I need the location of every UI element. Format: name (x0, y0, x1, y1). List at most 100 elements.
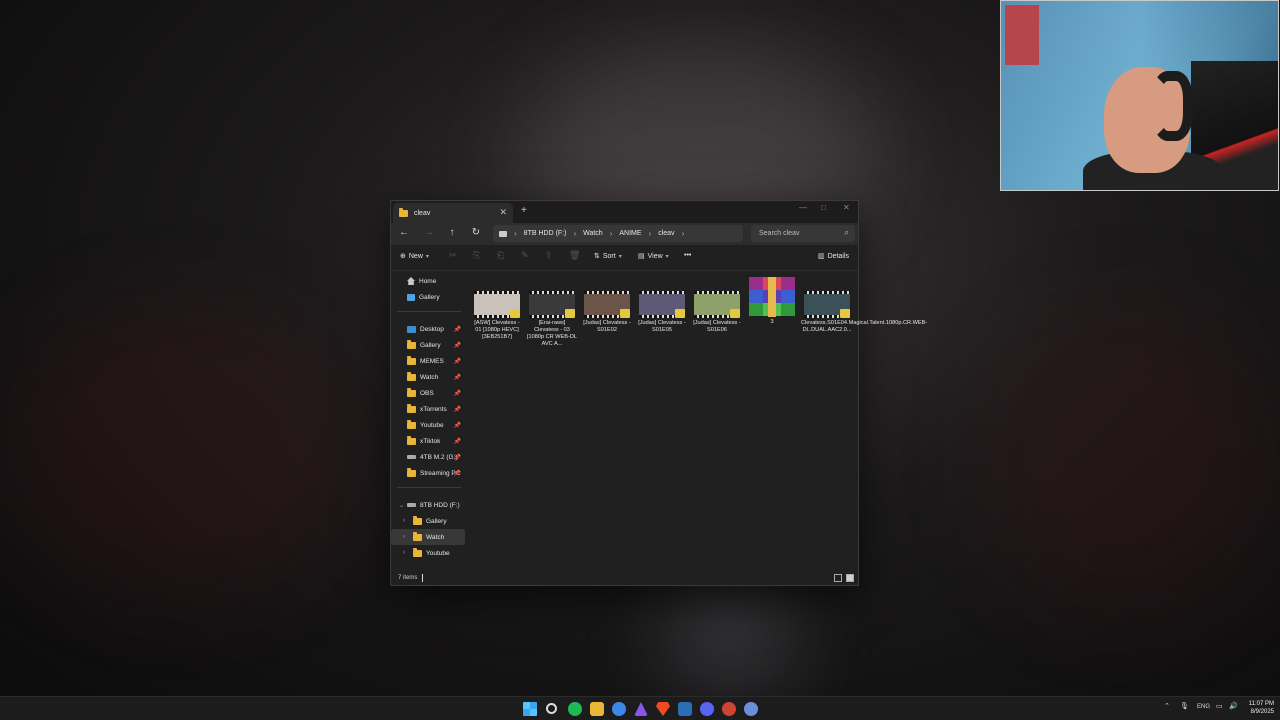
details-button[interactable]: ▥ Details (818, 252, 849, 261)
pin-icon: 📌 (453, 406, 461, 413)
discord-icon[interactable] (700, 702, 714, 716)
clock[interactable]: 11:07 PM 8/9/2025 (1244, 700, 1274, 716)
refresh-button[interactable]: ↻ (469, 227, 483, 238)
media-badge-icon (510, 309, 520, 318)
chevron-right-icon[interactable]: › (403, 518, 405, 524)
pin-icon: 📌 (453, 374, 461, 381)
sidebar-item-obs[interactable]: OBS 📌 (391, 385, 465, 401)
file-item[interactable]: [Judas] Clevatess - S01E02 (581, 291, 633, 334)
rename-button[interactable]: ✎ (521, 250, 529, 261)
forward-button[interactable]: → (422, 227, 436, 238)
taskbar: ⌃ 🎙 ENG ▭ 🔊 11:07 PM 8/9/2025 (0, 696, 1280, 720)
media-badge-icon (565, 309, 575, 318)
file-item[interactable]: [Judas] Clevatess - S01E06 (691, 291, 743, 334)
wallpaper-shade-left (0, 300, 360, 600)
video-thumbnail (584, 291, 630, 318)
sidebar-item-desktop[interactable]: Desktop 📌 (391, 321, 465, 337)
file-item[interactable]: [ASW] Clevatess - 01 [1080p HEVC][3EB251… (471, 291, 523, 341)
desktop-icon (407, 325, 416, 333)
maximize-button[interactable]: □ (821, 203, 826, 212)
sidebar-item-8tb-drive[interactable]: ⌄ 8TB HDD (F:) (391, 497, 465, 513)
more-options-button[interactable]: ••• (684, 252, 691, 259)
clock-date: 8/9/2025 (1250, 709, 1274, 715)
minimize-button[interactable]: — (799, 203, 807, 212)
sidebar-tree-youtube[interactable]: › Youtube (391, 545, 465, 561)
chevron-down-icon[interactable]: ⌄ (399, 502, 404, 509)
sidebar-item-home[interactable]: Home (391, 273, 465, 289)
back-button[interactable]: ← (397, 227, 411, 238)
breadcrumb-watch[interactable]: Watch (583, 230, 603, 237)
chevron-right-icon: › (514, 229, 517, 238)
microphone-icon[interactable]: 🎙 (1180, 702, 1189, 710)
new-button[interactable]: ⊕ New ▾ (400, 252, 429, 261)
copy-button[interactable]: ⎘ (473, 250, 480, 261)
sidebar-item-4tb-drive[interactable]: 4TB M.2 (G:) 📌 (391, 449, 465, 465)
sidebar-item-label: Gallery (426, 517, 447, 525)
sort-button[interactable]: ⇅ Sort ▾ (594, 252, 622, 261)
breadcrumb-drive[interactable]: 8TB HDD (F:) (524, 230, 567, 237)
sidebar-item-xtiktok[interactable]: xTiktok 📌 (391, 433, 465, 449)
sidebar-item-memes[interactable]: MEMES 📌 (391, 353, 465, 369)
volume-icon[interactable]: 🔊 (1229, 702, 1238, 710)
spotify-icon[interactable] (568, 702, 582, 716)
share-button[interactable]: ⇪ (545, 250, 553, 261)
file-explorer-icon[interactable] (590, 702, 604, 716)
navigation-pane: Home Gallery Desktop 📌 Gallery 📌 MEMES 📌… (391, 271, 465, 571)
file-item[interactable]: [Erai-raws] Clevatess - 03 [1080p CR WEB… (526, 291, 578, 348)
sidebar-item-label: OBS (420, 389, 434, 397)
chevron-down-icon: ▾ (425, 253, 429, 260)
up-button[interactable]: ↑ (445, 227, 459, 238)
sidebar-item-youtube[interactable]: Youtube 📌 (391, 417, 465, 433)
language-indicator[interactable]: ENG (1197, 704, 1210, 710)
file-item[interactable]: [Judas] Clevatess - S01E05 (636, 291, 688, 334)
media-badge-icon (620, 309, 630, 318)
steam-icon[interactable] (678, 702, 692, 716)
new-tab-button[interactable]: + (521, 205, 527, 216)
breadcrumb-anime[interactable]: ANIME (619, 230, 641, 237)
file-item[interactable]: 3 (746, 277, 798, 326)
paste-button[interactable]: ⎗ (497, 250, 504, 261)
media-badge-icon (840, 309, 850, 318)
todo-icon[interactable] (612, 702, 626, 716)
search-input[interactable]: Search cleav ⌕ (751, 225, 855, 242)
chevron-right-icon[interactable]: › (403, 550, 405, 556)
sidebar-item-watch[interactable]: Watch 📌 (391, 369, 465, 385)
sidebar-item-gallery[interactable]: Gallery (391, 289, 465, 305)
tiles-view-button[interactable] (846, 574, 854, 582)
view-button[interactable]: ▤ View ▾ (638, 252, 669, 261)
sidebar-tree-gallery[interactable]: › Gallery (391, 513, 465, 529)
app-icon[interactable] (722, 702, 736, 716)
sidebar-item-label: xTiktok (420, 437, 441, 445)
address-bar[interactable]: › 8TB HDD (F:) › Watch › ANIME › cleav › (493, 225, 743, 242)
sidebar-item-xtorrents[interactable]: xTorrents 📌 (391, 401, 465, 417)
close-button[interactable]: ✕ (843, 203, 850, 212)
cut-button[interactable]: ✂ (449, 250, 457, 261)
details-icon: ▥ (818, 253, 825, 260)
breadcrumb-cleav[interactable]: cleav (658, 230, 674, 237)
file-name: [Erai-raws] Clevatess - 03 [1080p CR WEB… (526, 320, 578, 347)
chevron-up-icon[interactable]: ⌃ (1164, 702, 1170, 710)
sidebar-item-gallery-pinned[interactable]: Gallery 📌 (391, 337, 465, 353)
details-view-button[interactable] (834, 574, 842, 582)
pin-icon: 📌 (453, 390, 461, 397)
file-name: 3 (770, 319, 774, 325)
tab-cleav[interactable]: cleav ✕ (393, 203, 513, 224)
tab-close-icon[interactable]: ✕ (499, 207, 507, 218)
search-icon[interactable] (546, 703, 557, 714)
sidebar-item-streaming-pc[interactable]: Streaming PC 📌 (391, 465, 465, 481)
windows-start-icon[interactable] (523, 702, 537, 716)
sidebar-tree-watch[interactable]: › Watch (391, 529, 465, 545)
brave-browser-icon[interactable] (656, 702, 670, 716)
webcam-overlay (1000, 0, 1279, 191)
folder-icon (407, 387, 416, 397)
network-icon[interactable]: ▭ (1216, 702, 1223, 710)
app-icon[interactable] (634, 702, 648, 716)
folder-icon (407, 371, 416, 381)
chevron-right-icon[interactable]: › (403, 534, 405, 540)
file-item[interactable]: Clevatess.S01E04.Magical.Talent.1080p.CR… (801, 291, 927, 334)
globe-icon[interactable] (744, 702, 758, 716)
delete-button[interactable]: 🗑 (569, 250, 580, 261)
sidebar-item-label: Watch (420, 373, 439, 381)
view-label: View (647, 252, 663, 260)
gallery-icon (407, 293, 415, 301)
